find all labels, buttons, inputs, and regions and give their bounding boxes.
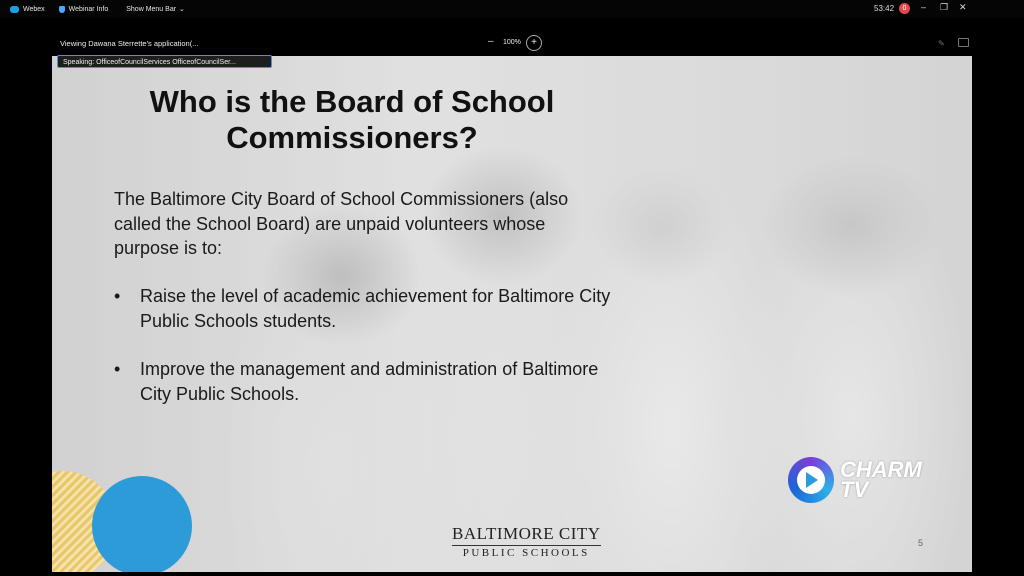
decorative-blue-circle xyxy=(92,476,192,572)
annotate-icon[interactable]: ✎ xyxy=(938,39,945,48)
charm-tv-line2: TV xyxy=(840,477,869,502)
play-icon xyxy=(806,472,818,488)
webinar-info-label: Webinar Info xyxy=(68,5,109,13)
charm-tv-watermark: CHARM TV xyxy=(840,459,922,502)
bcps-logo-line2: PUBLIC SCHOOLS xyxy=(462,547,590,559)
webinar-info-menu[interactable]: Webinar Info xyxy=(58,5,109,13)
viewing-label: Viewing Dawana Sterrette's application(.… xyxy=(60,39,199,48)
bullet-text: Raise the level of academic achievement … xyxy=(140,286,611,331)
minimize-button[interactable]: – xyxy=(921,2,926,12)
bullet-list: • Raise the level of academic achievemen… xyxy=(114,284,614,430)
bcps-logo: BALTIMORE CITY PUBLIC SCHOOLS xyxy=(452,524,601,559)
slide-intro: The Baltimore City Board of School Commi… xyxy=(114,189,569,258)
close-button[interactable]: ✕ xyxy=(959,2,967,13)
charm-tv-logo-icon xyxy=(788,457,834,503)
bullet-marker: • xyxy=(114,359,121,379)
webex-logo-icon xyxy=(10,5,19,13)
restore-button[interactable]: ❐ xyxy=(940,2,948,13)
bullet-item: • Improve the management and administrat… xyxy=(114,357,614,406)
zoom-level: 100% xyxy=(503,39,521,46)
shared-slide: Who is the Board of School Commissioners… xyxy=(52,56,972,572)
show-menu-bar-button[interactable]: Show Menu Bar ⌄ xyxy=(126,5,185,14)
webex-label: Webex xyxy=(23,5,45,13)
bullet-marker: • xyxy=(114,286,121,306)
slide-title: Who is the Board of School Commissioners… xyxy=(149,84,555,155)
bcps-logo-line1: BALTIMORE CITY xyxy=(452,524,601,546)
fullscreen-icon[interactable] xyxy=(958,38,969,47)
menu-bar: Webex Webinar Info Show Menu Bar ⌄ xyxy=(0,0,1024,18)
webex-menu[interactable]: Webex xyxy=(10,5,45,13)
zoom-in-button[interactable]: + xyxy=(526,35,542,51)
show-menu-bar-label: Show Menu Bar xyxy=(126,5,177,13)
slide-page-number: 5 xyxy=(918,538,924,548)
recording-badge[interactable]: 0 xyxy=(899,3,910,14)
bullet-item: • Raise the level of academic achievemen… xyxy=(114,284,614,333)
speaking-indicator: Speaking: OfficeofCouncilServices Office… xyxy=(57,55,272,68)
meeting-timer: 53:42 xyxy=(874,4,895,13)
chevron-down-icon: ⌄ xyxy=(179,6,185,13)
shield-icon xyxy=(58,5,65,13)
bullet-text: Improve the management and administratio… xyxy=(140,359,599,404)
zoom-out-button[interactable]: – xyxy=(488,36,494,47)
